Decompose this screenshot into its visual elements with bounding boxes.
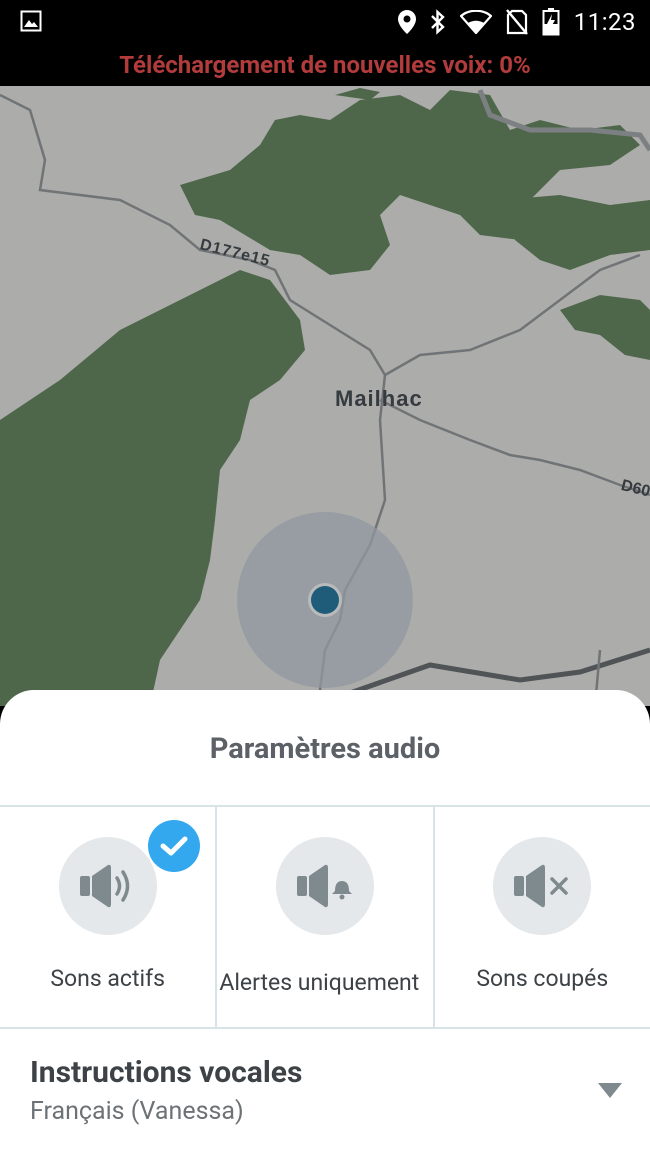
- battery-charging-icon: [542, 8, 560, 36]
- voice-instructions-value: Français (Vanessa): [30, 1097, 244, 1126]
- option-label: Alertes uniquement: [219, 969, 420, 996]
- voice-instructions-title: Instructions vocales: [30, 1055, 303, 1090]
- voice-instructions-row[interactable]: Instructions vocales Français (Vanessa): [0, 1027, 650, 1156]
- bluetooth-icon: [430, 9, 445, 35]
- option-icon-circle: [493, 837, 592, 935]
- option-icon-circle: [58, 837, 157, 935]
- clock: 11:23: [573, 8, 636, 36]
- option-alerts-only[interactable]: Alertes uniquement: [217, 807, 435, 1027]
- option-label: Sons actifs: [50, 965, 165, 992]
- voice-download-banner: Téléchargement de nouvelles voix: 0%: [0, 44, 650, 86]
- wifi-icon: [459, 10, 492, 34]
- speaker-muted-icon: [514, 864, 569, 908]
- option-sounds-on[interactable]: Sons actifs: [0, 807, 218, 1027]
- option-label: Sons coupés: [476, 965, 609, 992]
- location-icon: [397, 10, 416, 34]
- speaker-on-icon: [79, 864, 129, 908]
- image-icon: [20, 10, 42, 32]
- dropdown-arrow-icon[interactable]: [598, 1083, 622, 1099]
- no-sim-icon: [505, 9, 528, 35]
- status-bar: 11:23: [0, 0, 650, 44]
- sheet-title: Paramètres audio: [209, 732, 441, 766]
- selected-check-icon: [148, 820, 200, 872]
- option-icon-circle: [275, 837, 374, 935]
- sound-mode-options: Sons actifs Alertes uniquement Sons coup…: [0, 805, 650, 1029]
- option-sounds-off[interactable]: Sons coupés: [435, 807, 650, 1027]
- speaker-bell-icon: [296, 864, 352, 908]
- audio-settings-sheet: Paramètres audio Sons actifs Alertes uni…: [0, 690, 650, 1156]
